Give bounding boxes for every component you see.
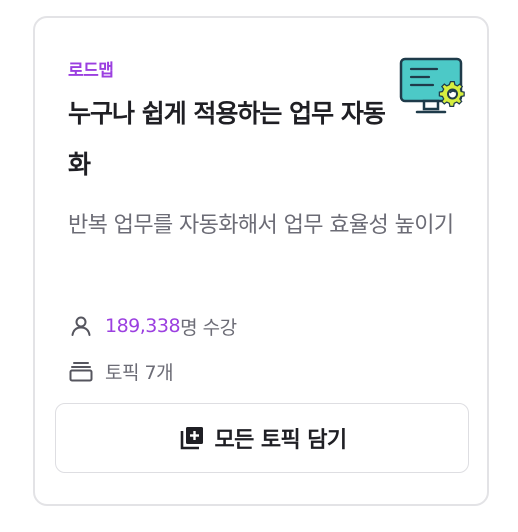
monitor-gear-icon [399, 57, 465, 114]
add-collection-icon [178, 424, 206, 452]
card-description: 반복 업무를 자동화해서 업무 효율성 높이기 [68, 213, 454, 238]
card-title: 누구나 쉽게 적용하는 업무 자동화 [68, 99, 386, 179]
student-count-suffix: 명 수강 [180, 316, 237, 339]
stack-icon [68, 358, 94, 384]
student-count-row: 189,338 명 수강 [68, 312, 237, 340]
category-label: 로드맵 [68, 61, 114, 81]
topic-count: 토픽 7개 [105, 361, 174, 384]
topic-count-row: 토픽 7개 [68, 357, 174, 385]
roadmap-card[interactable]: 로드맵 누구나 쉽게 적용하는 업무 자동화 반복 업무를 자동화해서 업무 효… [33, 16, 489, 506]
person-icon [68, 313, 94, 339]
student-count: 189,338 [105, 315, 181, 337]
add-all-topics-button[interactable]: 모든 토픽 담기 [55, 403, 469, 473]
add-all-topics-label: 모든 토픽 담기 [214, 428, 348, 453]
